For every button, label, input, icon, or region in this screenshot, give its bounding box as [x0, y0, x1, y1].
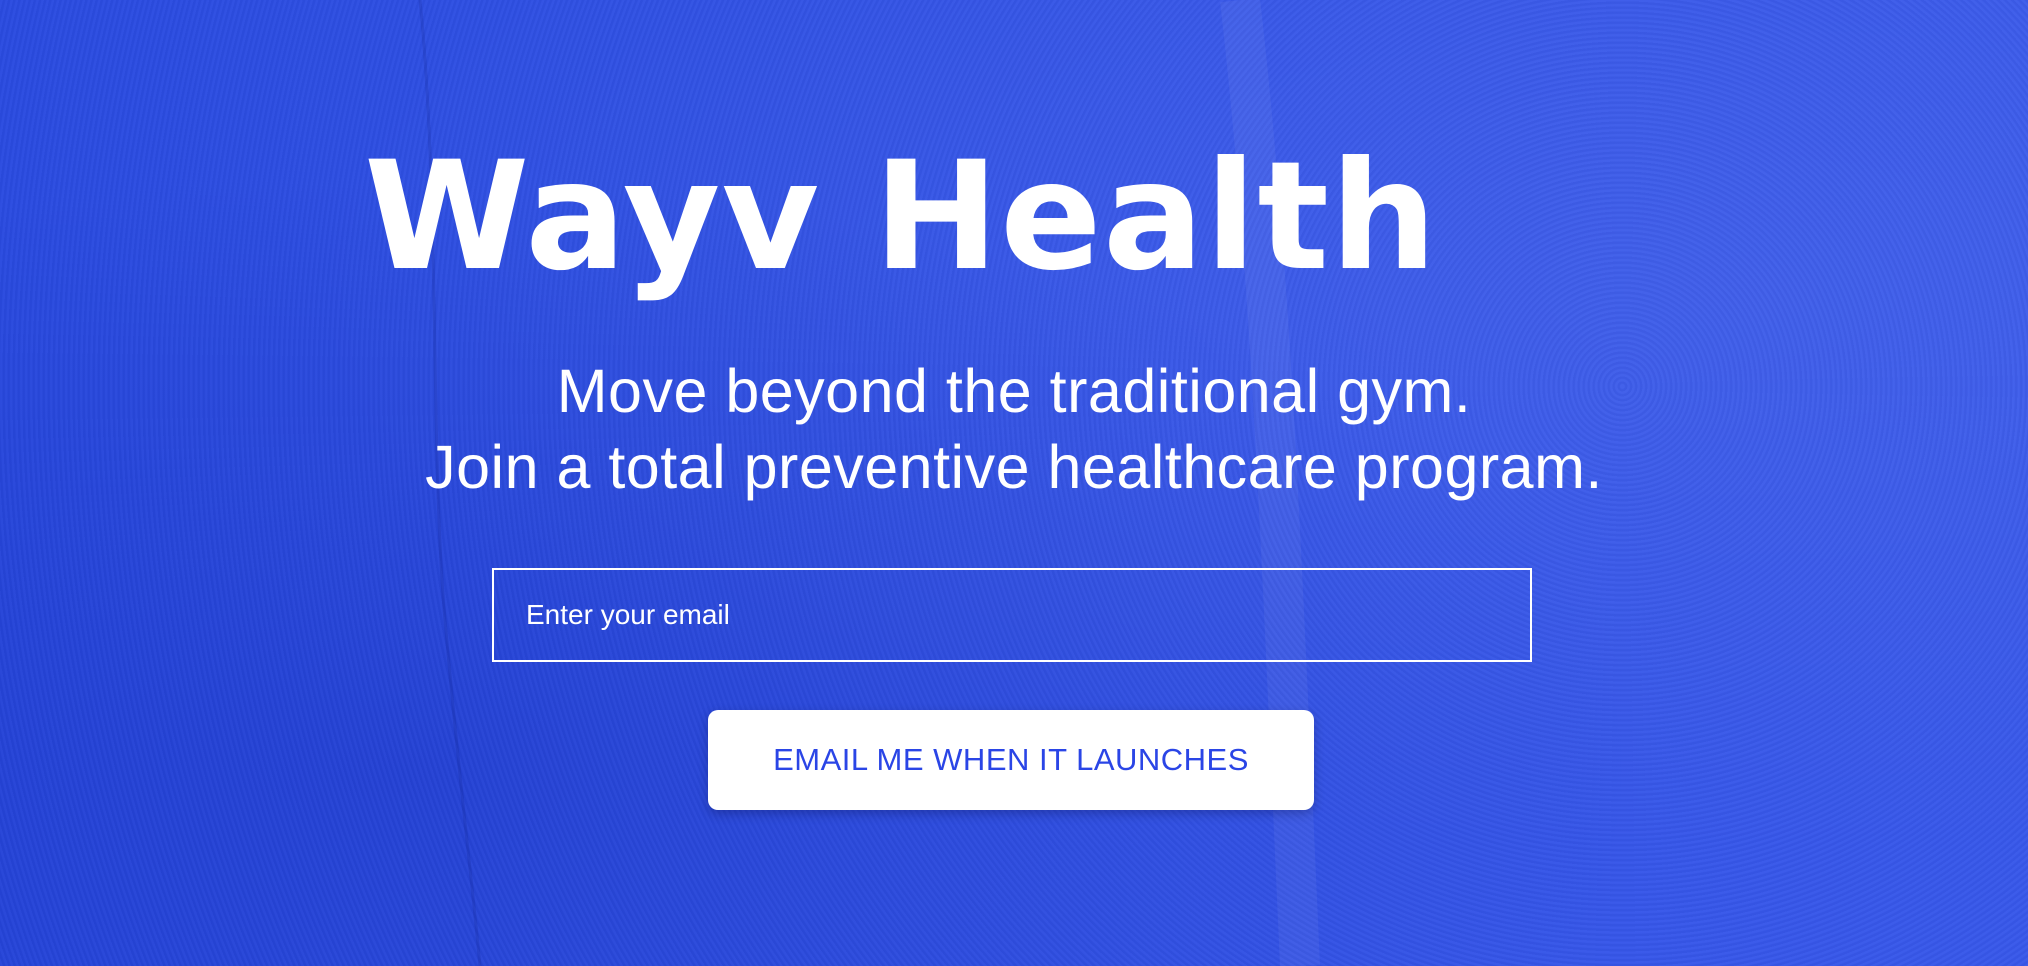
email-me-when-it-launches-button[interactable]: EMAIL ME WHEN IT LAUNCHES: [708, 710, 1314, 810]
subtitle-line-1: Move beyond the traditional gym.: [556, 357, 1472, 425]
email-input[interactable]: [492, 568, 1532, 662]
subtitle-line-2: Join a total preventive healthcare progr…: [425, 433, 1603, 501]
main-content: Wayv Health Move beyond the traditional …: [0, 0, 2028, 966]
page-title: Wayv Health: [364, 130, 1438, 304]
